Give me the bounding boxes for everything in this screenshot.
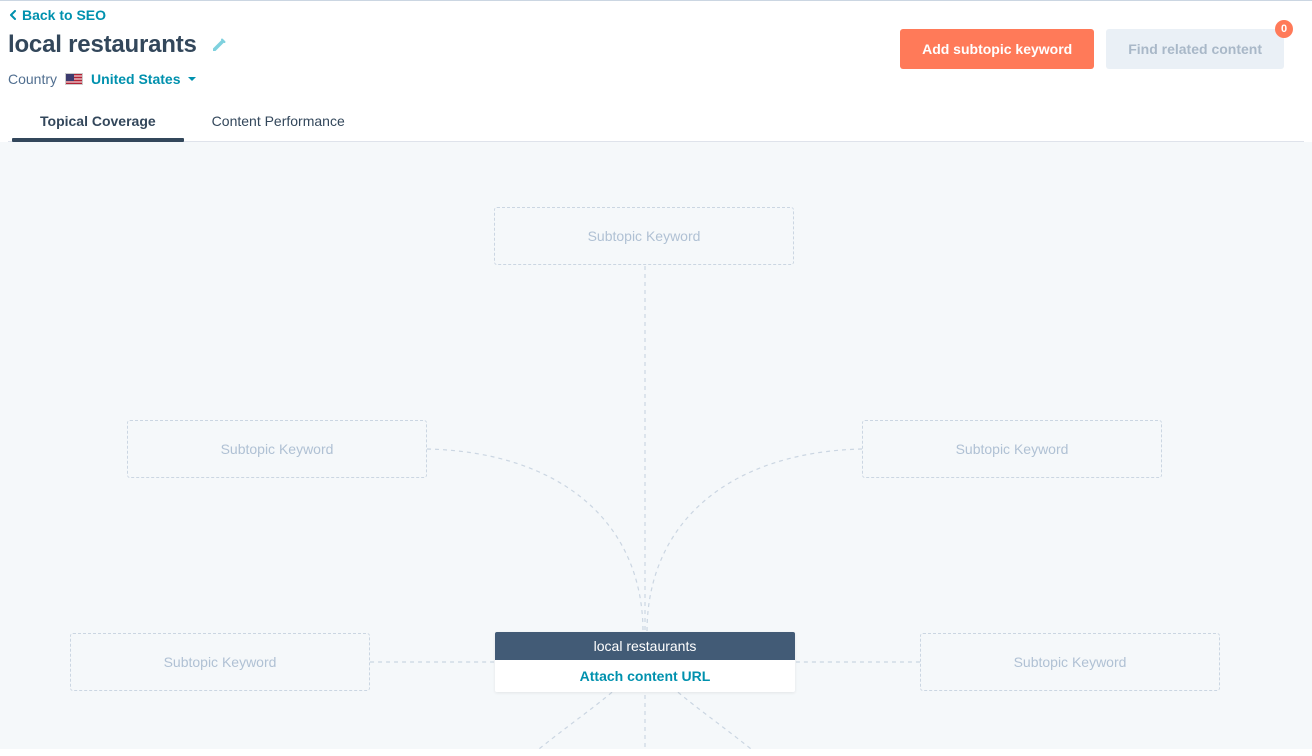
edit-icon[interactable] (211, 37, 227, 53)
pillar-node[interactable]: local restaurants Attach content URL (495, 632, 795, 692)
attach-content-link[interactable]: Attach content URL (495, 660, 795, 692)
back-link-label: Back to SEO (22, 7, 106, 23)
tabs: Topical Coverage Content Performance (8, 103, 1304, 142)
country-label: Country (8, 71, 57, 87)
back-link[interactable]: Back to SEO (8, 1, 106, 25)
page-title: local restaurants (8, 31, 197, 59)
subtopic-slot[interactable]: Subtopic Keyword (862, 420, 1162, 478)
chevron-left-icon (8, 7, 18, 23)
pillar-title: local restaurants (495, 632, 795, 660)
subtopic-slot[interactable]: Subtopic Keyword (127, 420, 427, 478)
topic-canvas[interactable]: Subtopic Keyword Subtopic Keyword Subtop… (0, 142, 1312, 749)
country-select[interactable]: United States (91, 71, 196, 87)
find-related-label: Find related content (1128, 41, 1262, 57)
subtopic-slot[interactable]: Subtopic Keyword (920, 633, 1220, 691)
page-header: Back to SEO local restaurants Country Un… (0, 0, 1312, 142)
country-value: United States (91, 71, 180, 87)
subtopic-slot[interactable]: Subtopic Keyword (70, 633, 370, 691)
tab-content-performance[interactable]: Content Performance (208, 103, 349, 141)
caret-down-icon (187, 71, 197, 87)
subtopic-slot[interactable]: Subtopic Keyword (494, 207, 794, 265)
us-flag-icon (65, 73, 83, 85)
find-related-button[interactable]: Find related content 0 (1106, 29, 1284, 69)
notification-badge: 0 (1275, 20, 1293, 38)
header-actions: Add subtopic keyword Find related conten… (900, 29, 1284, 69)
tab-topical-coverage[interactable]: Topical Coverage (36, 103, 160, 141)
add-subtopic-button[interactable]: Add subtopic keyword (900, 29, 1094, 69)
country-row: Country United States (8, 65, 1304, 97)
